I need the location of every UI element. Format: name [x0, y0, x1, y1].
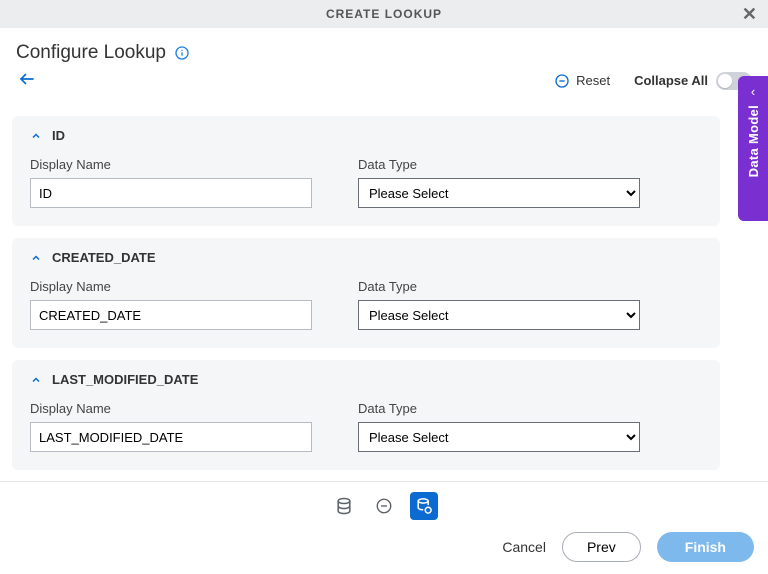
display-name-input[interactable]: [30, 300, 312, 330]
footer: Cancel Prev Finish: [0, 481, 768, 574]
panel-last-modified-date: LAST_MODIFIED_DATE Display Name Data Typ…: [12, 360, 720, 470]
finish-button[interactable]: Finish: [657, 532, 754, 562]
collapse-all-label: Collapse All: [634, 73, 708, 88]
panel-title: CREATED_DATE: [52, 250, 156, 265]
chevron-up-icon: [30, 252, 42, 264]
cancel-button[interactable]: Cancel: [502, 539, 546, 555]
info-icon[interactable]: [174, 45, 190, 61]
titlebar: CREATE LOOKUP ✕: [0, 0, 768, 28]
filter-icon[interactable]: [370, 492, 398, 520]
reset-label: Reset: [576, 73, 610, 88]
panel-created-date: CREATED_DATE Display Name Data Type Plea…: [12, 238, 720, 348]
chevron-up-icon: [30, 130, 42, 142]
configure-icon[interactable]: [410, 492, 438, 520]
panel-header[interactable]: LAST_MODIFIED_DATE: [30, 372, 702, 387]
data-model-tab[interactable]: ‹ Data Model: [738, 76, 768, 221]
page-header: Configure Lookup: [0, 28, 768, 70]
subheader: Reset Collapse All: [0, 70, 768, 99]
panel-id: ID Display Name Data Type Please Select: [12, 116, 720, 226]
data-model-label: Data Model: [746, 105, 761, 177]
panel-title: LAST_MODIFIED_DATE: [52, 372, 198, 387]
reset-button[interactable]: Reset: [554, 73, 610, 89]
display-name-label: Display Name: [30, 401, 312, 416]
display-name-input[interactable]: [30, 422, 312, 452]
prev-button[interactable]: Prev: [562, 532, 641, 562]
display-name-label: Display Name: [30, 279, 312, 294]
panel-header[interactable]: ID: [30, 128, 702, 143]
data-type-label: Data Type: [358, 279, 640, 294]
data-type-select[interactable]: Please Select: [358, 300, 640, 330]
data-type-select[interactable]: Please Select: [358, 178, 640, 208]
chevron-up-icon: [30, 374, 42, 386]
step-icons: [0, 482, 768, 526]
back-arrow-icon[interactable]: [16, 70, 38, 91]
button-row: Cancel Prev Finish: [0, 526, 768, 574]
chevron-left-icon: ‹: [751, 84, 755, 99]
page-title: Configure Lookup: [16, 42, 166, 64]
modal-title: CREATE LOOKUP: [326, 7, 442, 21]
reset-icon: [554, 73, 570, 89]
display-name-input[interactable]: [30, 178, 312, 208]
data-type-label: Data Type: [358, 401, 640, 416]
data-type-label: Data Type: [358, 157, 640, 172]
collapse-all-toggle[interactable]: Collapse All: [634, 72, 752, 90]
content-area: ID Display Name Data Type Please Select …: [12, 116, 724, 480]
panel-header[interactable]: CREATED_DATE: [30, 250, 702, 265]
database-icon[interactable]: [330, 492, 358, 520]
display-name-label: Display Name: [30, 157, 312, 172]
panel-title: ID: [52, 128, 65, 143]
close-icon[interactable]: ✕: [742, 4, 758, 25]
data-type-select[interactable]: Please Select: [358, 422, 640, 452]
